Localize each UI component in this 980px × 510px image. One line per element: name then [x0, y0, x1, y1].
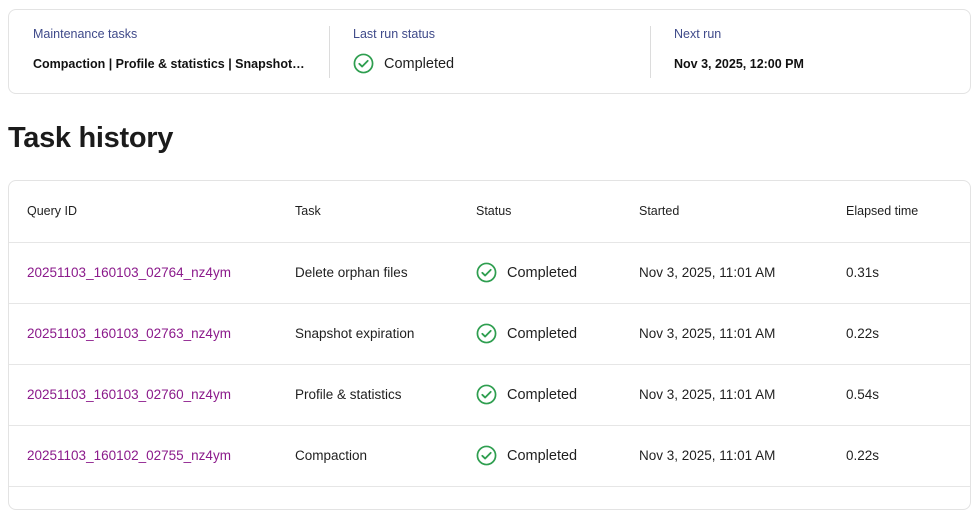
started-time: Nov 3, 2025, 11:01 AM	[639, 387, 776, 402]
last-run-status-section: Last run status Completed	[329, 10, 650, 93]
last-run-status-badge: Completed	[353, 53, 454, 74]
query-id-link[interactable]: 20251103_160102_02755_nz4ym	[27, 448, 231, 463]
elapsed-time: 0.54s	[846, 387, 880, 402]
check-circle-icon	[476, 384, 497, 405]
table-row: 20251103_160103_02760_nz4ym Profile & st…	[9, 364, 970, 425]
status-text: Completed	[507, 386, 578, 403]
task-name: Profile & statistics	[295, 387, 402, 402]
task-history-table: Query ID Task Status Started Elapsed tim…	[9, 181, 970, 487]
status-badge: Completed	[476, 384, 639, 405]
table-row: 20251103_160103_02764_nz4ym Delete orpha…	[9, 242, 970, 303]
status-text: Completed	[507, 325, 578, 342]
check-circle-icon	[476, 262, 497, 283]
table-row: 20251103_160102_02755_nz4ym Compaction C…	[9, 425, 970, 486]
page-title: Task history	[8, 122, 174, 154]
table-header-row: Query ID Task Status Started Elapsed tim…	[9, 181, 970, 242]
maintenance-summary-card: Maintenance tasks Compaction | Profile &…	[8, 9, 971, 94]
table-row: 20251103_160103_02763_nz4ym Snapshot exp…	[9, 303, 970, 364]
maintenance-tasks-label: Maintenance tasks	[33, 27, 138, 41]
check-circle-icon	[476, 323, 497, 344]
last-run-status-label: Last run status	[353, 27, 435, 41]
query-id-link[interactable]: 20251103_160103_02760_nz4ym	[27, 387, 231, 402]
elapsed-time: 0.22s	[846, 448, 880, 463]
last-run-status-value: Completed	[384, 55, 455, 72]
task-name: Delete orphan files	[295, 265, 408, 280]
started-time: Nov 3, 2025, 11:01 AM	[639, 265, 776, 280]
column-header-started[interactable]: Started	[639, 181, 846, 242]
next-run-section: Next run Nov 3, 2025, 12:00 PM	[650, 10, 970, 93]
maintenance-tasks-section: Maintenance tasks Compaction | Profile &…	[9, 10, 329, 93]
column-header-status[interactable]: Status	[476, 181, 639, 242]
column-header-elapsed-time[interactable]: Elapsed time	[846, 181, 970, 242]
query-id-link[interactable]: 20251103_160103_02764_nz4ym	[27, 265, 231, 280]
next-run-label: Next run	[674, 27, 722, 41]
status-badge: Completed	[476, 445, 639, 466]
check-circle-icon	[476, 445, 497, 466]
column-header-task[interactable]: Task	[295, 181, 476, 242]
column-header-query-id[interactable]: Query ID	[9, 181, 295, 242]
task-name: Compaction	[295, 448, 368, 463]
elapsed-time: 0.22s	[846, 326, 880, 341]
task-history-table-card: Query ID Task Status Started Elapsed tim…	[8, 180, 971, 510]
status-badge: Completed	[476, 323, 639, 344]
elapsed-time: 0.31s	[846, 265, 880, 280]
maintenance-tasks-value: Compaction | Profile & statistics | Snap…	[33, 57, 307, 71]
started-time: Nov 3, 2025, 11:01 AM	[639, 326, 776, 341]
check-circle-icon	[353, 53, 374, 74]
status-text: Completed	[507, 264, 578, 281]
task-name: Snapshot expiration	[295, 326, 415, 341]
status-badge: Completed	[476, 262, 639, 283]
status-text: Completed	[507, 447, 578, 464]
next-run-value: Nov 3, 2025, 12:00 PM	[674, 57, 804, 71]
query-id-link[interactable]: 20251103_160103_02763_nz4ym	[27, 326, 231, 341]
started-time: Nov 3, 2025, 11:01 AM	[639, 448, 776, 463]
